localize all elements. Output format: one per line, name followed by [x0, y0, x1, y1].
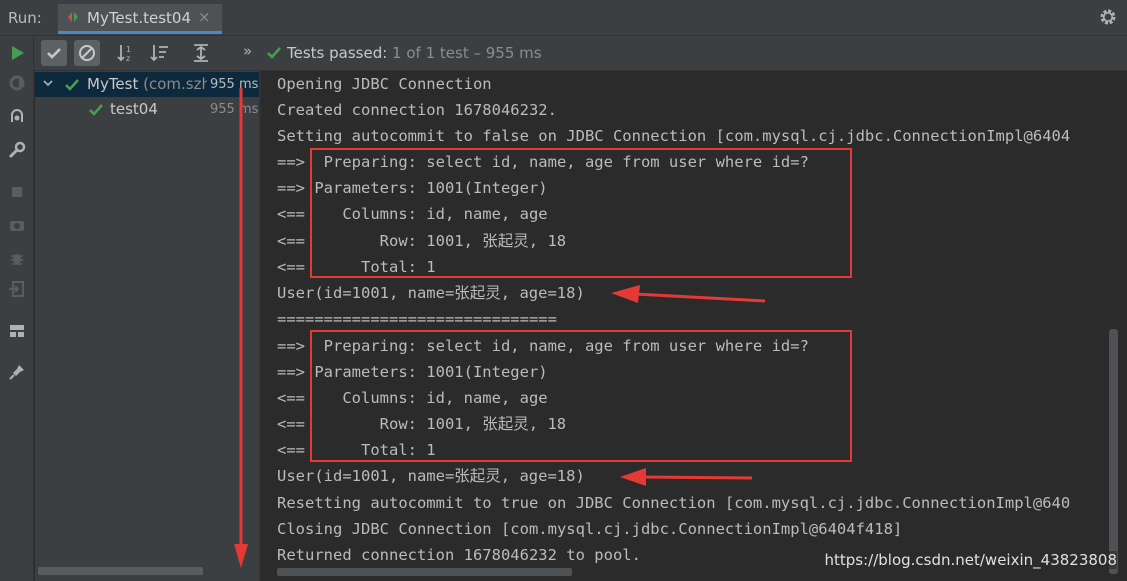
left-toolbar — [0, 36, 34, 581]
show-passed-icon — [47, 48, 61, 59]
suite-name: MyTest — [87, 75, 139, 93]
show-ignored-icon — [79, 45, 95, 61]
layout-icon[interactable] — [7, 321, 27, 341]
wrench-icon[interactable] — [7, 140, 27, 160]
run-label: Run: — [8, 9, 42, 27]
passed-check-icon — [89, 104, 103, 116]
tab-title: MyTest.test04 — [87, 9, 192, 27]
console-vertical-scrollbar[interactable] — [1109, 329, 1118, 574]
pin-icon[interactable] — [7, 362, 27, 382]
run-tool-window-header: Run: MyTest.test04 × — [0, 0, 1127, 36]
close-tab-icon[interactable]: × — [198, 8, 211, 26]
stop-icon[interactable] — [7, 182, 27, 202]
gear-icon[interactable] — [1099, 8, 1117, 26]
suite-package: (com.szh — [138, 75, 211, 93]
test-status-detail: 1 of 1 test – 955 ms — [392, 44, 542, 62]
suite-duration: 955 ms — [207, 77, 259, 92]
svg-text:z: z — [126, 54, 130, 63]
highlight-box-first-query — [310, 148, 852, 278]
console-line: Resetting autocommit to true on JDBC Con… — [277, 494, 1071, 512]
run-tab[interactable]: MyTest.test04 × — [58, 4, 222, 34]
console-horizontal-scrollbar[interactable] — [277, 568, 572, 576]
rerun-failed-icon[interactable] — [7, 73, 27, 93]
run-config-icon — [68, 12, 78, 22]
sort-by-duration-button[interactable] — [147, 40, 173, 66]
bug-icon[interactable] — [7, 248, 27, 268]
console-line: User(id=1001, name=张起灵, age=18) — [277, 284, 585, 302]
watermark: https://blog.csdn.net/weixin_43823808 — [824, 551, 1117, 569]
test-runner-toolbar: 1z » Tests passed: 1 of 1 test – 955 ms — [34, 36, 1127, 71]
expand-all-button[interactable] — [188, 40, 214, 66]
camera-icon[interactable] — [7, 215, 27, 235]
test-status-label: Tests passed: — [287, 44, 393, 62]
console-line: Setting autocommit to false on JDBC Conn… — [277, 127, 1071, 145]
sort-duration-icon — [150, 45, 168, 62]
run-icon[interactable] — [7, 43, 27, 63]
chevron-down-icon[interactable] — [41, 76, 55, 90]
debug-icon[interactable] — [7, 107, 27, 127]
console-line: Created connection 1678046232. — [277, 101, 557, 119]
console-line: User(id=1001, name=张起灵, age=18) — [277, 467, 585, 485]
sort-alphabetically-button[interactable]: 1z — [114, 40, 140, 66]
svg-text:1: 1 — [126, 45, 131, 54]
tests-passed-check-icon — [267, 47, 281, 59]
show-passed-button[interactable] — [41, 40, 67, 66]
test-name: test04 — [110, 100, 158, 118]
show-ignored-button[interactable] — [74, 40, 100, 66]
exit-icon[interactable] — [7, 279, 27, 299]
tree-item-test04[interactable]: test04 955 ms — [35, 97, 259, 122]
test-status: Tests passed: 1 of 1 test – 955 ms — [287, 44, 542, 62]
passed-check-icon — [65, 79, 79, 91]
expand-all-icon — [194, 44, 208, 62]
highlight-box-second-query — [310, 330, 852, 462]
console-line: Closing JDBC Connection [com.mysql.cj.jd… — [277, 520, 903, 538]
test-tree: MyTest (com.szh 955 ms test04 955 ms — [35, 71, 259, 581]
test-duration: 955 ms — [210, 102, 259, 117]
tree-item-mytest[interactable]: MyTest (com.szh 955 ms — [35, 72, 259, 97]
console-line: ============================== — [277, 310, 557, 328]
console-line: Returned connection 1678046232 to pool. — [277, 546, 641, 564]
tree-horizontal-scrollbar[interactable] — [38, 567, 203, 575]
tree-item-label: MyTest (com.szh — [87, 75, 211, 93]
console-line: Opening JDBC Connection — [277, 75, 492, 93]
sort-alpha-icon: 1z — [117, 45, 131, 63]
toolbar-overflow-icon[interactable]: » — [243, 42, 252, 60]
